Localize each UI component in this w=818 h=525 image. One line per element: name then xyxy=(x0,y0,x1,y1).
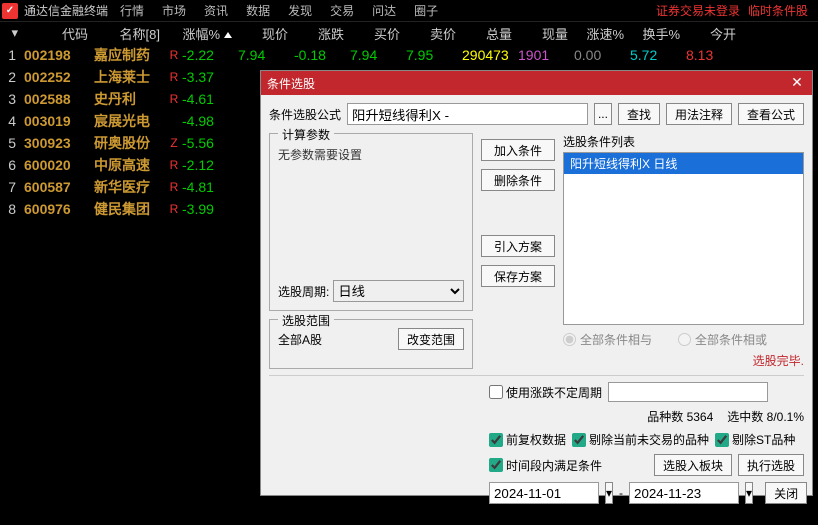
chk-remove-notrading[interactable]: 剔除当前未交易的品种 xyxy=(572,431,709,448)
import-scheme-button[interactable]: 引入方案 xyxy=(481,235,555,257)
close-button[interactable]: 关闭 xyxy=(765,482,807,504)
date-to-input[interactable] xyxy=(629,482,739,504)
formula-label: 条件选股公式 xyxy=(269,106,341,123)
col-open[interactable]: 今开 xyxy=(686,24,742,43)
delete-condition-button[interactable]: 删除条件 xyxy=(481,169,555,191)
formula-lookup-button[interactable]: ... xyxy=(594,103,612,125)
conditions-legend: 选股条件列表 xyxy=(563,133,804,150)
run-selection-button[interactable]: 执行选股 xyxy=(738,454,804,476)
login-status[interactable]: 证券交易未登录 xyxy=(656,2,740,19)
dialog-title: 条件选股 xyxy=(267,75,315,92)
stat-count: 品种数 5364 xyxy=(647,408,713,425)
conditions-list[interactable]: 阳升短线得利X 日线 xyxy=(563,152,804,325)
col-ask[interactable]: 卖价 xyxy=(406,24,462,43)
scope-text: 全部A股 xyxy=(278,331,322,348)
scope-legend: 选股范围 xyxy=(278,312,334,329)
sort-asc-icon xyxy=(224,32,232,38)
add-condition-button[interactable]: 加入条件 xyxy=(481,139,555,161)
app-logo-icon: ✓ xyxy=(2,3,18,19)
radio-and[interactable]: 全部条件相与 xyxy=(563,331,652,348)
add-to-block-button[interactable]: 选股入板块 xyxy=(654,454,732,476)
formula-input[interactable] xyxy=(347,103,588,125)
date-from-input[interactable] xyxy=(489,482,599,504)
dialog-titlebar[interactable]: 条件选股 ✕ xyxy=(261,71,812,95)
menu-item[interactable]: 市场 xyxy=(162,2,186,19)
table-row[interactable]: 1002198嘉应制药R-2.227.94-0.187.947.95290473… xyxy=(0,44,818,66)
date-from-picker-icon[interactable]: ▾ xyxy=(605,482,613,504)
chk-fuquan[interactable]: 前复权数据 xyxy=(489,431,566,448)
calc-params-fieldset: 计算参数 无参数需要设置 选股周期: 日线 xyxy=(269,133,473,311)
condition-item[interactable]: 阳升短线得利X 日线 xyxy=(564,153,803,174)
chk-remove-st[interactable]: 剔除ST品种 xyxy=(715,431,795,448)
menu-item[interactable]: 交易 xyxy=(330,2,354,19)
col-code[interactable]: 代码 xyxy=(24,24,94,43)
menu-item[interactable]: 发现 xyxy=(288,2,312,19)
menu-item[interactable]: 数据 xyxy=(246,2,270,19)
table-header: ▾ 代码 名称[8] 涨幅% 现价 涨跌 买价 卖价 总量 现量 涨速% 换手%… xyxy=(0,22,818,44)
col-price[interactable]: 现价 xyxy=(238,24,294,43)
menu-item[interactable]: 行情 xyxy=(120,2,144,19)
col-bid[interactable]: 买价 xyxy=(350,24,406,43)
date-to-picker-icon[interactable]: ▾ xyxy=(745,482,753,504)
period-select[interactable]: 日线 xyxy=(333,280,464,302)
radio-or[interactable]: 全部条件相或 xyxy=(678,331,767,348)
stat-hit: 选中数 8/0.1% xyxy=(727,408,804,425)
menu-item[interactable]: 资讯 xyxy=(204,2,228,19)
temp-stock-link[interactable]: 临时条件股 xyxy=(748,2,808,19)
chk-custom-period[interactable]: 使用涨跌不定周期 xyxy=(489,384,602,401)
col-pct[interactable]: 涨幅% xyxy=(182,24,238,43)
change-scope-button[interactable]: 改变范围 xyxy=(398,328,464,350)
menu-item[interactable]: 问达 xyxy=(372,2,396,19)
period-label: 选股周期: xyxy=(278,283,329,300)
condition-stock-dialog: 条件选股 ✕ 条件选股公式 ... 查找 用法注释 查看公式 计算参数 无参数需… xyxy=(260,70,813,496)
find-button[interactable]: 查找 xyxy=(618,103,660,125)
col-speed[interactable]: 涨速% xyxy=(574,24,630,43)
calc-legend: 计算参数 xyxy=(278,126,334,143)
scope-fieldset: 选股范围 全部A股 改变范围 xyxy=(269,319,473,369)
close-icon[interactable]: ✕ xyxy=(788,74,806,92)
col-chg[interactable]: 涨跌 xyxy=(294,24,350,43)
col-amt[interactable]: 现量 xyxy=(518,24,574,43)
save-scheme-button[interactable]: 保存方案 xyxy=(481,265,555,287)
col-turn[interactable]: 换手% xyxy=(630,24,686,43)
main-menu: 行情 市场 资讯 数据 发现 交易 问达 圈子 xyxy=(120,2,438,19)
usage-button[interactable]: 用法注释 xyxy=(666,103,732,125)
custom-period-input[interactable] xyxy=(608,382,768,402)
col-vol[interactable]: 总量 xyxy=(462,24,518,43)
app-topbar: ✓ 通达信金融终端 行情 市场 资讯 数据 发现 交易 问达 圈子 证券交易未登… xyxy=(0,0,818,22)
view-formula-button[interactable]: 查看公式 xyxy=(738,103,804,125)
menu-item[interactable]: 圈子 xyxy=(414,2,438,19)
chk-timerange[interactable]: 时间段内满足条件 xyxy=(489,457,602,474)
calc-text: 无参数需要设置 xyxy=(278,146,464,163)
col-name[interactable]: 名称[8] xyxy=(94,24,166,43)
status-text: 选股完毕. xyxy=(563,352,804,369)
app-title: 通达信金融终端 xyxy=(24,2,108,19)
